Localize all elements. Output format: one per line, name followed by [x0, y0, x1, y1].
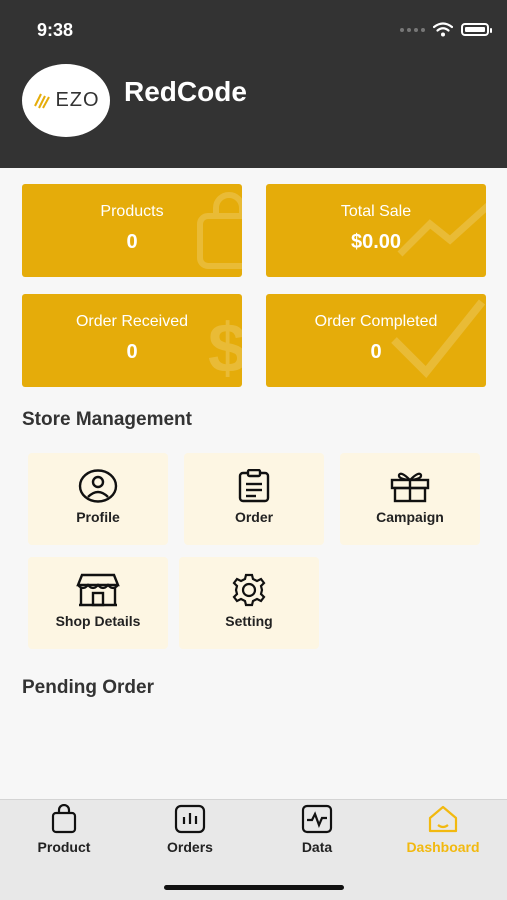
- campaign-label: Campaign: [376, 509, 444, 525]
- profile-icon: [78, 469, 118, 503]
- bar-chart-icon: [174, 804, 206, 834]
- order-tile[interactable]: Order: [184, 453, 324, 545]
- clipboard-icon: [238, 469, 270, 503]
- profile-tile[interactable]: Profile: [28, 453, 168, 545]
- app-header: 9:38 EZO RedCode: [0, 0, 507, 168]
- products-card[interactable]: Products 0: [22, 184, 242, 277]
- svg-text:$: $: [208, 309, 242, 384]
- bag-icon: [51, 804, 77, 834]
- tab-data[interactable]: Data: [267, 804, 367, 855]
- tab-product-label: Product: [37, 839, 91, 855]
- tab-dashboard[interactable]: Dashboard: [393, 804, 493, 855]
- dollar-watermark-icon: $: [208, 309, 242, 384]
- tab-data-label: Data: [301, 839, 333, 855]
- setting-label: Setting: [225, 613, 273, 629]
- tab-orders-label: Orders: [167, 839, 213, 855]
- battery-icon: [461, 23, 492, 36]
- pulse-icon: [301, 804, 333, 834]
- store-name: RedCode: [124, 76, 247, 107]
- campaign-tile[interactable]: Campaign: [340, 453, 480, 545]
- home-indicator: [164, 885, 344, 890]
- tab-dashboard-label: Dashboard: [406, 839, 480, 855]
- bag-watermark-icon: [197, 192, 242, 269]
- order-received-card[interactable]: $ Order Received 0: [22, 294, 242, 387]
- order-completed-card[interactable]: Order Completed 0: [266, 294, 486, 387]
- store-logo[interactable]: EZO: [22, 64, 110, 137]
- profile-label: Profile: [76, 509, 120, 525]
- tab-orders[interactable]: Orders: [140, 804, 240, 855]
- trend-watermark-icon: [397, 202, 486, 257]
- order-label: Order: [234, 509, 274, 525]
- logo-text: EZO: [55, 89, 100, 111]
- gear-icon: [232, 573, 266, 607]
- logo-mark-icon: [34, 93, 51, 108]
- tab-product[interactable]: Product: [14, 804, 114, 855]
- status-icons: [400, 22, 492, 37]
- shop-details-label: Shop Details: [55, 613, 141, 629]
- wifi-icon: [433, 22, 453, 37]
- home-icon: [428, 805, 458, 833]
- pending-order-title: Pending Order: [22, 677, 154, 698]
- check-watermark-icon: [391, 299, 486, 378]
- setting-tile[interactable]: Setting: [179, 557, 319, 649]
- gift-icon: [390, 472, 430, 503]
- store-management-title: Store Management: [22, 409, 192, 430]
- signal-icon: [400, 27, 425, 32]
- total-sale-card[interactable]: Total Sale $0.00: [266, 184, 486, 277]
- shop-details-tile[interactable]: Shop Details: [28, 557, 168, 649]
- status-time: 9:38: [37, 20, 74, 40]
- shop-icon: [76, 573, 120, 607]
